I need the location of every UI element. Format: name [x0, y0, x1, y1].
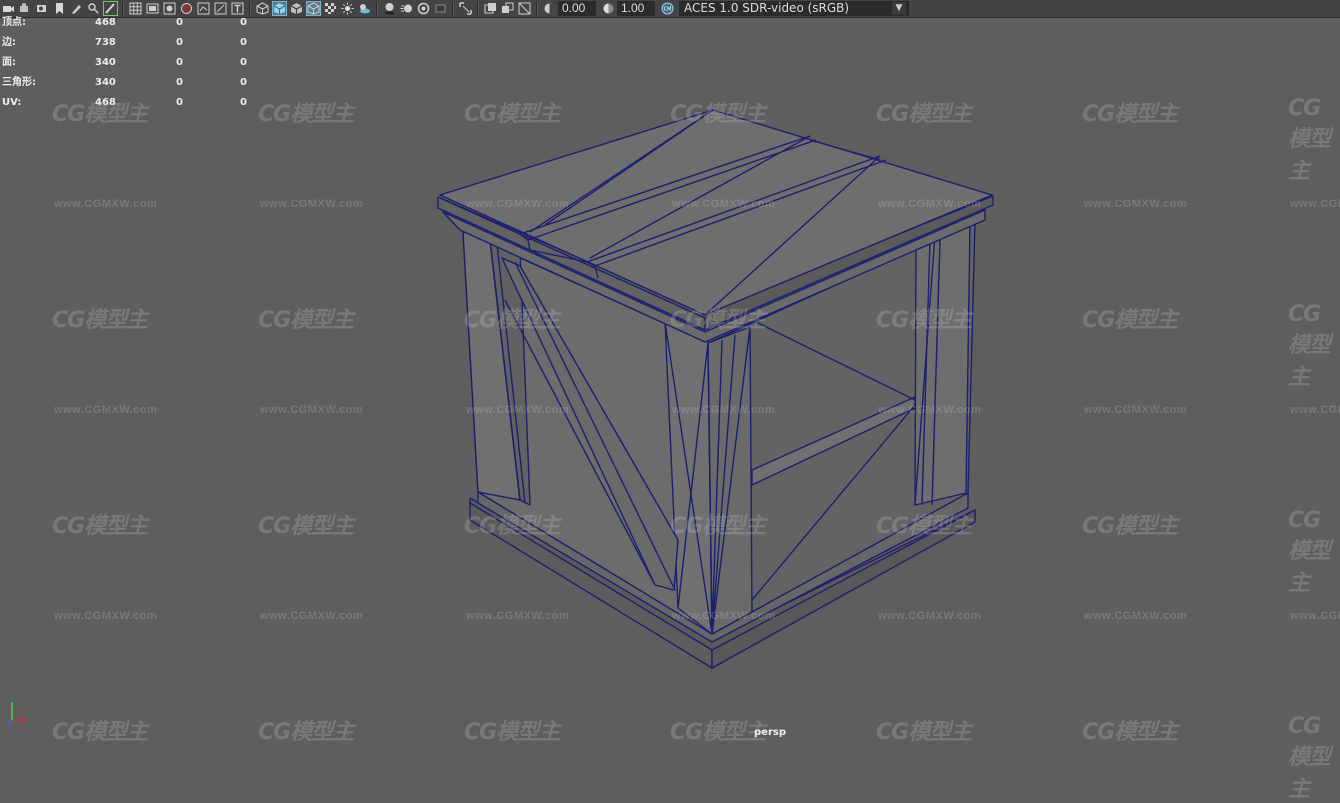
poly-count-hud: 顶点: 468 0 0 边: 738 0 0 面: 340 0 0 三角形: 340 0 0 UV: 468 0 0	[2, 17, 262, 117]
hud-total-value: 340	[95, 57, 116, 68]
gate-mask-icon[interactable]	[179, 1, 194, 16]
toolbar-separator	[452, 2, 454, 15]
grease-pencil-icon[interactable]	[69, 1, 84, 16]
toolbar-separator	[477, 2, 479, 15]
use-all-lights-icon[interactable]	[340, 1, 355, 16]
hud-selected-value: 0	[176, 97, 183, 108]
hud-label: 顶点:	[2, 17, 26, 28]
smooth-shade-icon[interactable]	[272, 1, 287, 16]
hud-total-value: 468	[95, 97, 116, 108]
hud-component-value: 0	[240, 97, 247, 108]
hud-row: 三角形: 340 0 0	[2, 77, 262, 97]
motion-blur-icon[interactable]	[399, 1, 414, 16]
hud-row: 边: 738 0 0	[2, 37, 262, 57]
film-gate-icon[interactable]	[145, 1, 160, 16]
hud-row: UV: 468 0 0	[2, 97, 262, 117]
camera-name-label: persp	[754, 727, 786, 738]
hud-total-value: 468	[95, 17, 116, 28]
hud-selected-value: 0	[176, 17, 183, 28]
2d-pan-icon[interactable]	[103, 1, 118, 16]
isolate-select-icon[interactable]	[458, 1, 473, 16]
viewport-toolbar: 0.00 1.00 CM ACES 1.0 SDR-video (sRGB) ▼	[0, 0, 1340, 18]
screen-space-ao-icon[interactable]	[382, 1, 397, 16]
select-camera-icon[interactable]	[1, 1, 16, 16]
multisample-aa-icon[interactable]	[416, 1, 431, 16]
hud-component-value: 0	[240, 37, 247, 48]
toolbar-separator	[376, 2, 378, 15]
toolbar-separator	[249, 2, 251, 15]
view-transform-icon[interactable]: CM	[660, 1, 675, 16]
hud-selected-value: 0	[176, 57, 183, 68]
hud-label: 边:	[2, 37, 16, 48]
hud-label: UV:	[2, 97, 22, 108]
xray-icon[interactable]	[483, 1, 498, 16]
hud-component-value: 0	[240, 17, 247, 28]
shadows-icon[interactable]	[357, 1, 372, 16]
toolbar-separator	[536, 2, 538, 15]
field-chart-icon[interactable]	[196, 1, 211, 16]
resolution-gate-icon[interactable]	[162, 1, 177, 16]
gamma-icon[interactable]	[601, 1, 616, 16]
depth-of-field-icon[interactable]	[433, 1, 448, 16]
pan-zoom-icon[interactable]	[86, 1, 101, 16]
hud-component-value: 0	[240, 77, 247, 88]
svg-text:CM: CM	[664, 7, 672, 13]
image-plane-icon[interactable]	[52, 1, 67, 16]
xray-joints-icon[interactable]	[500, 1, 515, 16]
hud-total-value: 738	[95, 37, 116, 48]
view-axis-indicator	[6, 702, 28, 725]
persp-viewport[interactable]	[0, 18, 1340, 751]
grid-icon[interactable]	[128, 1, 143, 16]
hud-label: 三角形:	[2, 77, 36, 88]
textured-icon[interactable]	[323, 1, 338, 16]
wireframe-on-shaded-icon[interactable]	[289, 1, 304, 16]
camera-bookmark-icon[interactable]	[35, 1, 50, 16]
hud-selected-value: 0	[176, 77, 183, 88]
hud-component-value: 0	[240, 57, 247, 68]
gamma-field[interactable]: 1.00	[617, 1, 655, 16]
safe-title-icon[interactable]	[230, 1, 245, 16]
toolbar-separator	[122, 2, 124, 15]
hud-selected-value: 0	[176, 37, 183, 48]
exposure-icon[interactable]	[542, 1, 557, 16]
color-space-value: ACES 1.0 SDR-video (sRGB)	[684, 1, 850, 15]
hud-row: 顶点: 468 0 0	[2, 17, 262, 37]
wireframe-icon[interactable]	[255, 1, 270, 16]
xray-active-icon[interactable]	[517, 1, 532, 16]
color-space-dropdown[interactable]: ACES 1.0 SDR-video (sRGB) ▼	[679, 1, 909, 16]
hud-label: 面:	[2, 57, 16, 68]
crate-mesh-wireframe[interactable]	[0, 18, 1340, 751]
exposure-field[interactable]: 0.00	[558, 1, 596, 16]
safe-action-icon[interactable]	[213, 1, 228, 16]
camera-attributes-icon[interactable]	[18, 1, 33, 16]
hud-total-value: 340	[95, 77, 116, 88]
chevron-down-icon[interactable]: ▼	[892, 2, 906, 15]
hud-row: 面: 340 0 0	[2, 57, 262, 77]
default-material-icon[interactable]	[306, 1, 321, 16]
